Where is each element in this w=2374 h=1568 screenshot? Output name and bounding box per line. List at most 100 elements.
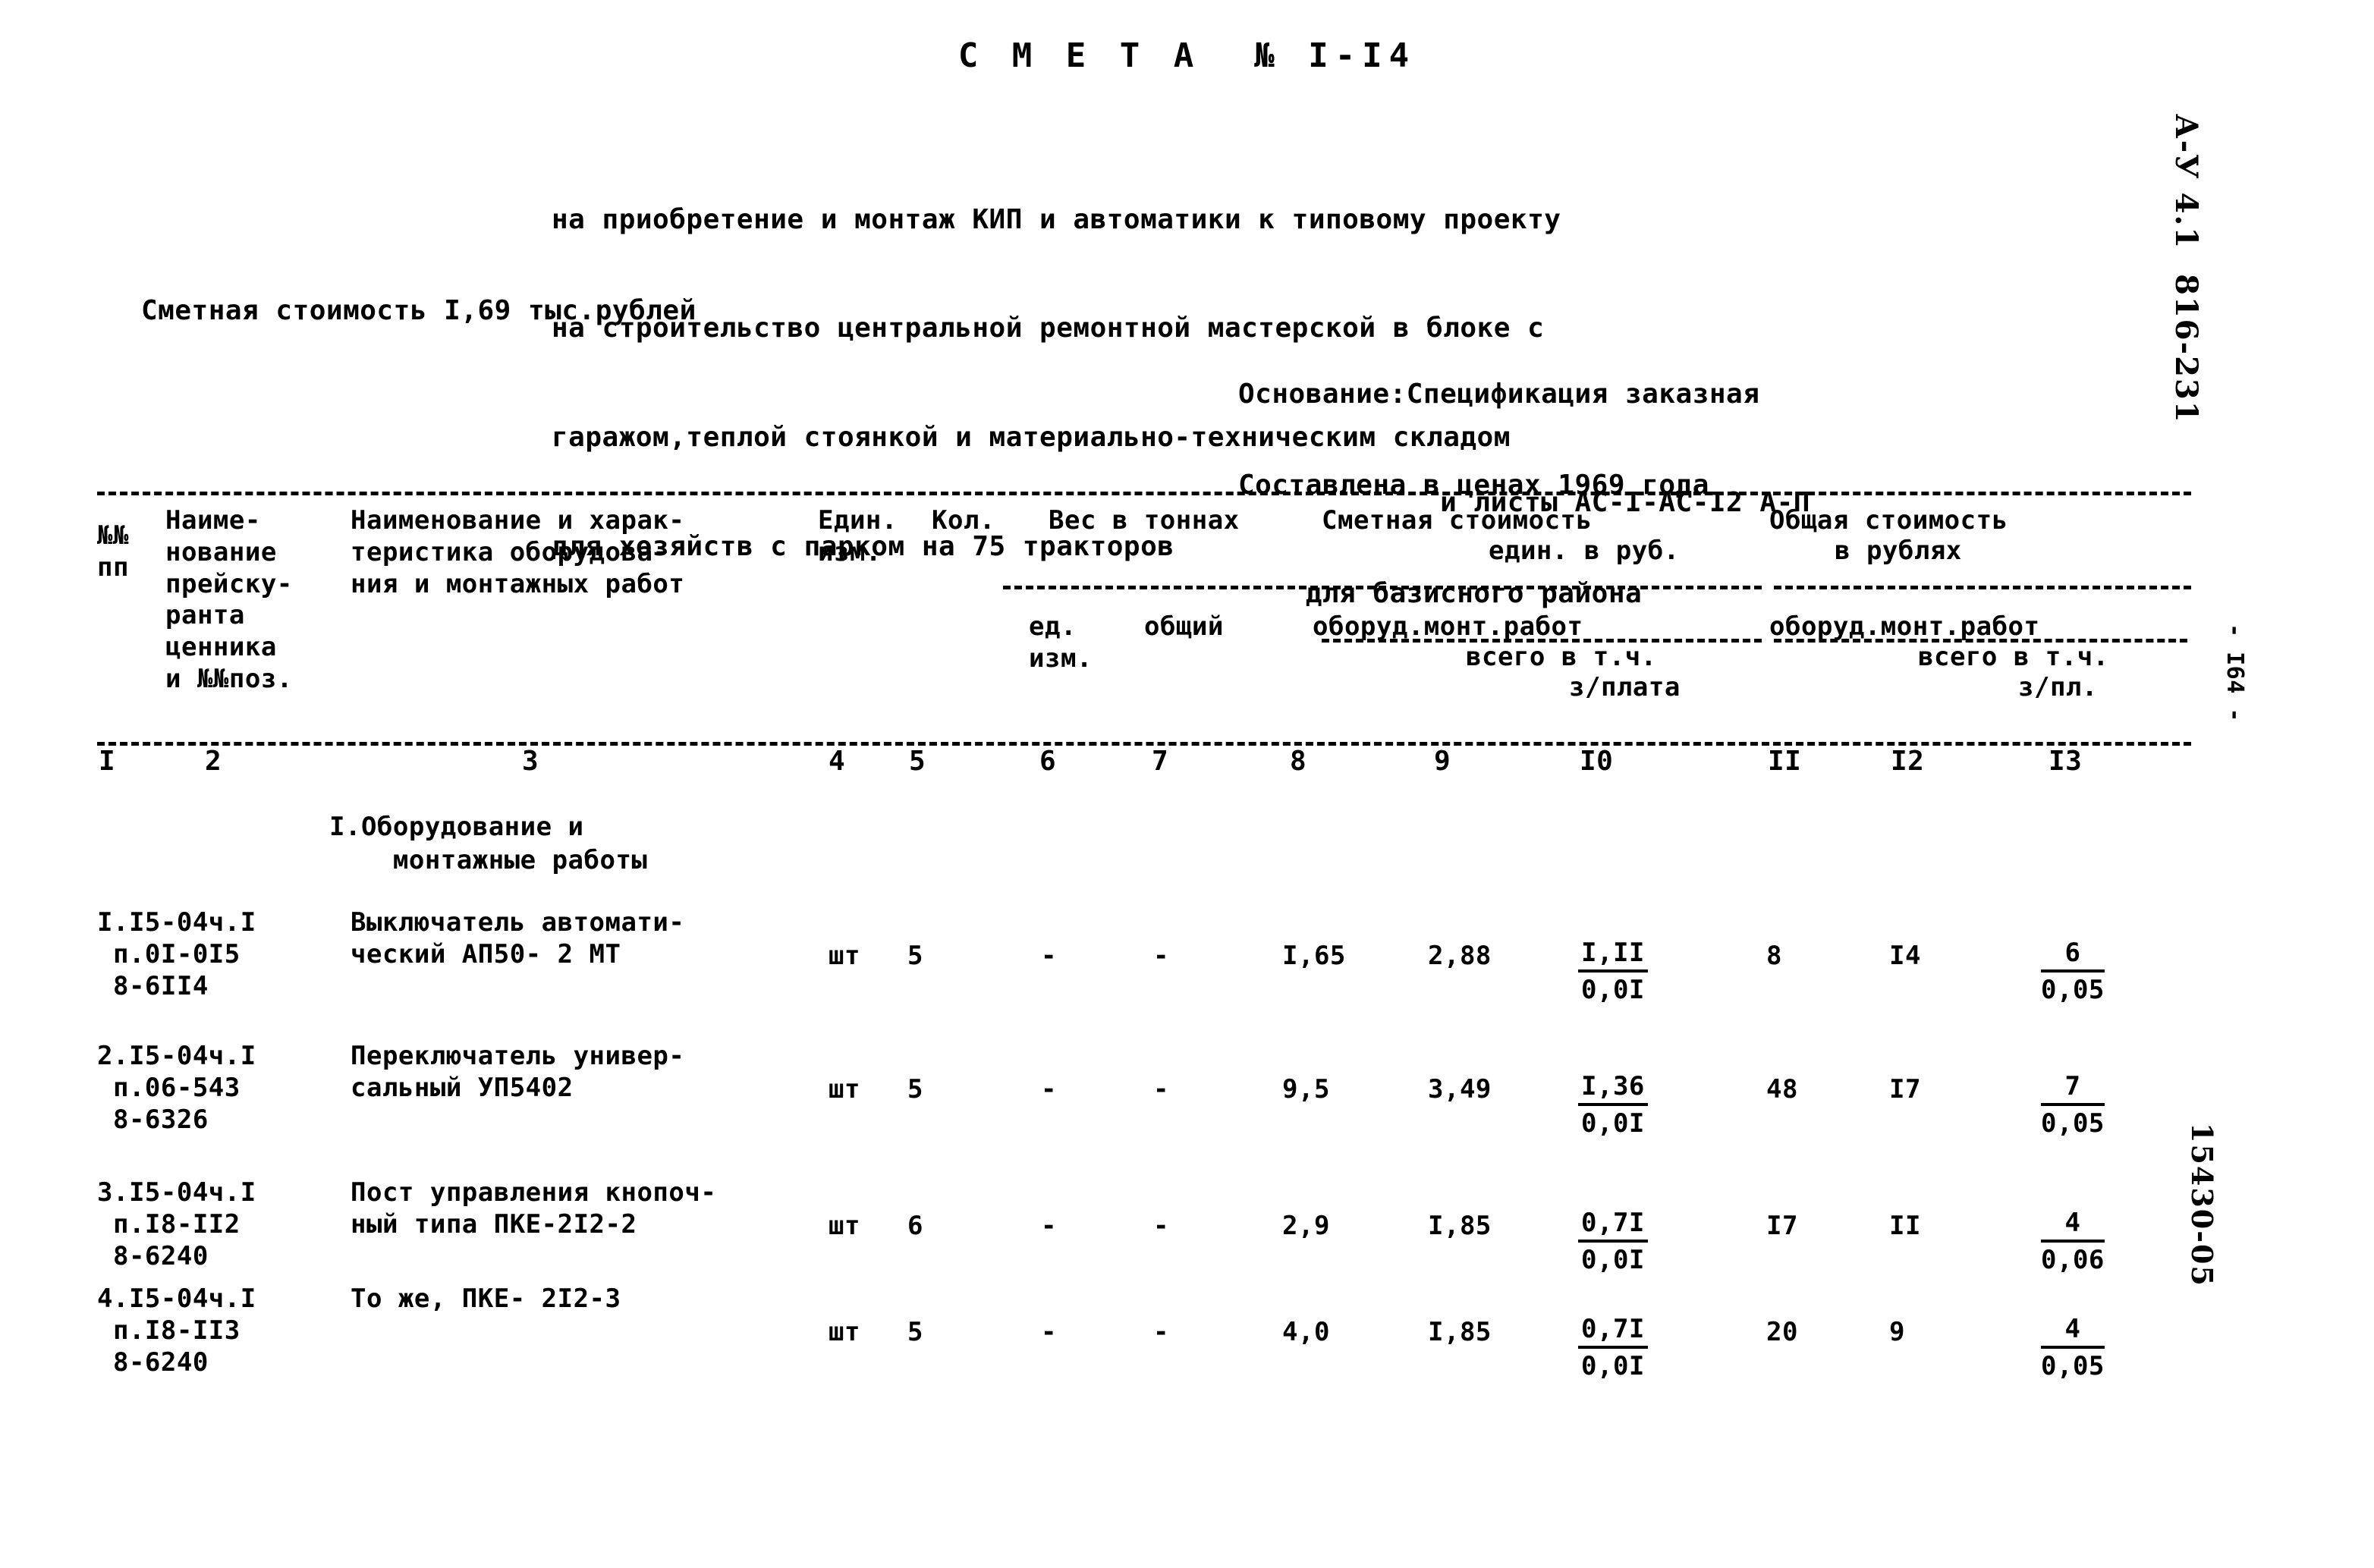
column-number: 7: [1152, 746, 1169, 777]
cell-unit: шт: [829, 1074, 860, 1105]
shelf-mark: 15430-05: [2185, 1123, 2219, 1287]
cell-total-wages-fraction: 4 0,05: [2041, 1314, 2105, 1383]
cell-total-mounting: 9: [1889, 1317, 1905, 1347]
cell-total-mounting: I4: [1889, 941, 1921, 971]
fraction-numerator: I,II: [1578, 938, 1648, 973]
fraction-numerator: 4: [2041, 1208, 2105, 1243]
fraction-denominator: 0,0I: [1581, 1108, 1645, 1139]
column-numbers-divider: [97, 742, 2191, 746]
cell-weight-per-unit: -: [1041, 1074, 1057, 1105]
header-estimate-equipment-mounting: оборуд.монт.работ: [1313, 611, 1583, 642]
cell-weight-total: -: [1153, 1317, 1169, 1347]
page-title: С М Е Т А № I-I4: [957, 36, 1417, 75]
header-weight-per-unit: ед. изм.: [1029, 611, 1093, 674]
cell-total-equipment: 8: [1766, 941, 1782, 971]
cell-unit: шт: [829, 1211, 860, 1241]
cell-total-wages-fraction: 4 0,06: [2041, 1208, 2105, 1277]
cell-weight-total: -: [1153, 1074, 1169, 1105]
column-number: 4: [829, 746, 846, 777]
cell-weight-total: -: [1153, 1211, 1169, 1241]
cell-price-wages-fraction: 0,7I 0,0I: [1578, 1208, 1648, 1277]
cell-price-mounting: I,85: [1428, 1317, 1492, 1347]
cell-price-equipment: I,65: [1282, 941, 1346, 971]
fraction-numerator: I,36: [1578, 1071, 1648, 1107]
column-number: II: [1768, 746, 1802, 777]
prices-line-2: для базисного района: [1238, 578, 1643, 610]
column-number: 3: [522, 746, 539, 777]
cell-quantity: 6: [907, 1211, 923, 1241]
cell-description: Пост управления кнопоч- ный типа ПКЕ-2I2…: [351, 1177, 717, 1240]
column-number: 6: [1039, 746, 1057, 777]
cell-pricelist-code: I.I5-04ч.I п.0I-0I5 8-6II4: [97, 907, 256, 1001]
fraction-numerator: 4: [2041, 1314, 2105, 1350]
fraction-denominator: 0,0I: [1581, 975, 1645, 1006]
column-numbers-row: I 2 3 4 5 6 7 8 9 I0 II I2 I3: [0, 748, 2374, 786]
cell-total-mounting: I7: [1889, 1074, 1921, 1105]
cell-total-equipment: I7: [1766, 1211, 1798, 1241]
fraction-denominator: 0,05: [2041, 1351, 2105, 1382]
header-estimate-wages: з/плата: [1569, 672, 1681, 702]
cell-price-mounting: 3,49: [1428, 1074, 1492, 1105]
cell-total-equipment: 48: [1766, 1074, 1798, 1105]
cell-weight-total: -: [1153, 941, 1169, 971]
cell-price-mounting: 2,88: [1428, 941, 1492, 971]
document-sheet: С М Е Т А № I-I4 на приобретение и монта…: [0, 0, 2374, 1568]
header-col-unit: Един. изм.: [818, 505, 898, 567]
section-heading-line: монтажные работы: [329, 845, 648, 876]
header-col-pricelist: Наиме- нование прейску- ранта ценника и …: [165, 505, 293, 695]
cell-price-equipment: 4,0: [1282, 1317, 1330, 1347]
cell-price-equipment: 9,5: [1282, 1074, 1330, 1105]
cell-description: Выключатель автомати- ческий АП50- 2 МТ: [351, 907, 685, 969]
cell-quantity: 5: [907, 1074, 923, 1105]
table-top-divider: [97, 492, 2191, 495]
archive-mark: А-У 4.1 816-231: [2168, 114, 2204, 424]
cell-weight-per-unit: -: [1041, 1317, 1057, 1347]
section-heading-line: I.Оборудование и: [329, 812, 584, 842]
column-number: I0: [1580, 746, 1614, 777]
cell-unit: шт: [829, 1317, 860, 1347]
cell-total-equipment: 20: [1766, 1317, 1798, 1347]
column-number: 9: [1434, 746, 1451, 777]
cell-price-mounting: I,85: [1428, 1211, 1492, 1241]
section-heading: I.Оборудование и монтажные работы: [329, 810, 647, 877]
column-number: 8: [1290, 746, 1307, 777]
cell-quantity: 5: [907, 1317, 923, 1347]
cell-pricelist-code: 4.I5-04ч.I п.I8-II3 8-6240: [97, 1284, 256, 1378]
cell-price-wages-fraction: I,36 0,0I: [1578, 1071, 1648, 1140]
header-total-of-which: всего в т.ч.: [1918, 642, 2109, 672]
header-group-total-cost: Общая стоимость: [1769, 505, 2008, 536]
subtitle-line-1: на приобретение и монтаж КИП и автоматик…: [552, 203, 1561, 235]
cell-price-wages-fraction: 0,7I 0,0I: [1578, 1314, 1648, 1383]
prices-line-1: Составлена в ценах 1969 года: [1238, 469, 1709, 501]
cell-description: Переключатель универ- сальный УП5402: [351, 1041, 685, 1103]
column-number: 5: [909, 746, 926, 777]
fraction-denominator: 0,05: [2041, 975, 2105, 1006]
header-col-number: №№ пп: [97, 520, 129, 583]
cell-price-equipment: 2,9: [1282, 1211, 1330, 1241]
cell-unit: шт: [829, 941, 860, 971]
cell-pricelist-code: 3.I5-04ч.I п.I8-II2 8-6240: [97, 1177, 256, 1271]
fraction-denominator: 0,06: [2041, 1245, 2105, 1276]
header-total-wages: з/пл.: [2018, 672, 2098, 702]
fraction-numerator: 0,7I: [1578, 1208, 1648, 1243]
fraction-denominator: 0,0I: [1581, 1245, 1645, 1276]
header-col-description: Наименование и харак- теристика оборудов…: [351, 505, 685, 599]
column-number: I2: [1891, 746, 1925, 777]
cell-total-wages-fraction: 6 0,05: [2041, 938, 2105, 1007]
fraction-numerator: 0,7I: [1578, 1314, 1648, 1350]
header-estimate-total-of-which: всего в т.ч.: [1466, 642, 1657, 672]
estimate-cost-line: Сметная стоимость I,69 тыс.рублей: [141, 295, 696, 326]
header-weight-total: общий: [1144, 611, 1224, 642]
fraction-denominator: 0,05: [2041, 1108, 2105, 1139]
header-col-quantity: Кол.: [932, 505, 995, 536]
page-number: - I64 -: [2221, 624, 2248, 722]
header-group-weight: Вес в тоннах: [1049, 505, 1240, 536]
cell-total-mounting: II: [1889, 1211, 1921, 1241]
fraction-numerator: 7: [2041, 1071, 2105, 1107]
header-total-equipment-mounting: оборуд.монт.работ: [1769, 611, 2040, 642]
header-divider-smeta: [1003, 586, 1762, 589]
column-number: 2: [205, 746, 222, 777]
column-number: I3: [2049, 746, 2083, 777]
header-group-total-cost-sub: в рублях: [1835, 536, 1962, 566]
cell-weight-per-unit: -: [1041, 1211, 1057, 1241]
